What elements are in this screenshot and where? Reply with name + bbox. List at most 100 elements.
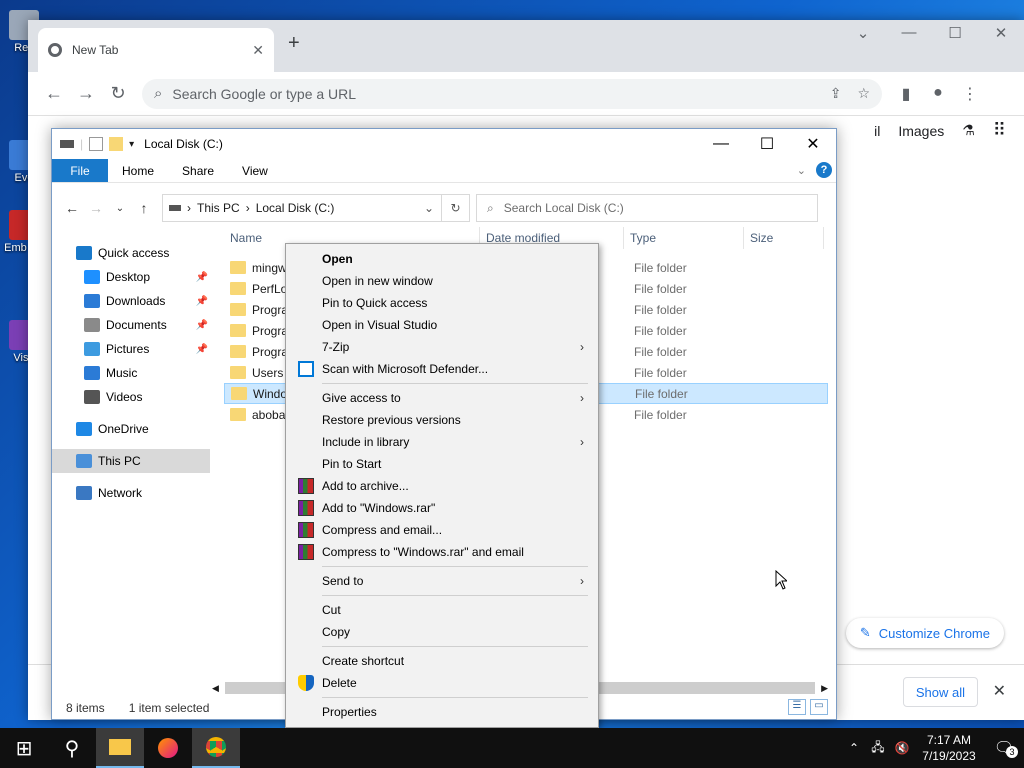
back-button[interactable]: ← (38, 83, 70, 104)
menu-item-open-in-visual-studio[interactable]: Open in Visual Studio (288, 314, 596, 336)
minimize-button[interactable]: — (886, 24, 932, 42)
nav-item-onedrive[interactable]: OneDrive (52, 417, 210, 441)
search-icon: ⌕ (154, 85, 163, 102)
address-dropdown-icon[interactable]: ⌄ (417, 201, 441, 215)
show-hidden-icons-icon[interactable]: ⌃ (842, 741, 866, 755)
refresh-icon[interactable]: ↻ (442, 194, 470, 222)
chrome-menu-icon[interactable]: ⋮ (954, 84, 986, 104)
profile-avatar-icon[interactable]: ● (922, 84, 954, 104)
tab-search-icon[interactable]: ⌄ (840, 24, 886, 42)
ribbon-tab-share[interactable]: Share (168, 159, 228, 182)
menu-item-open[interactable]: Open (288, 248, 596, 270)
menu-item-restore-previous-versions[interactable]: Restore previous versions (288, 409, 596, 431)
new-tab-button[interactable]: + (288, 32, 300, 55)
images-link[interactable]: Images (898, 123, 944, 139)
address-bar[interactable]: › This PC › Local Disk (C:) ⌄ (162, 194, 442, 222)
menu-item-pin-to-quick-access[interactable]: Pin to Quick access (288, 292, 596, 314)
nav-item-videos[interactable]: Videos (52, 385, 210, 409)
side-panel-icon[interactable]: ▮ (890, 84, 922, 104)
menu-item-pin-to-start[interactable]: Pin to Start (288, 453, 596, 475)
menu-item-add-to-archive[interactable]: Add to archive... (288, 475, 596, 497)
nav-item-quick-access[interactable]: Quick access (52, 241, 210, 265)
customize-chrome-button[interactable]: ✎ Customize Chrome (845, 618, 1004, 648)
nav-item-pictures[interactable]: Pictures 📌 (52, 337, 210, 361)
explorer-close-button[interactable]: ✕ (790, 129, 836, 159)
menu-item-include-in-library[interactable]: Include in library › (288, 431, 596, 453)
nav-item-downloads[interactable]: Downloads 📌 (52, 289, 210, 313)
menu-item-create-shortcut[interactable]: Create shortcut (288, 650, 596, 672)
tab-close-icon[interactable]: ✕ (252, 42, 264, 59)
quick-access-toolbar: | ▾ (60, 137, 134, 151)
file-explorer-taskbar-icon[interactable] (96, 728, 144, 768)
menu-item-scan-with-microsoft-defender[interactable]: Scan with Microsoft Defender... (288, 358, 596, 380)
share-icon[interactable]: ⇪ (830, 85, 842, 102)
explorer-search-input[interactable]: ⌕ Search Local Disk (C:) (476, 194, 818, 222)
reload-button[interactable]: ↻ (102, 83, 134, 104)
volume-muted-icon[interactable]: 🔇 (890, 741, 914, 755)
column-size[interactable]: Size (744, 227, 824, 249)
close-button[interactable]: ✕ (978, 24, 1024, 42)
show-all-button[interactable]: Show all (902, 677, 978, 707)
menu-item-cut[interactable]: Cut (288, 599, 596, 621)
forward-button[interactable]: → (70, 83, 102, 104)
chrome-tab-new-tab[interactable]: New Tab ✕ (38, 28, 274, 72)
labs-flask-icon[interactable]: ⚗ (962, 122, 975, 139)
ribbon-tab-home[interactable]: Home (108, 159, 168, 182)
taskbar: ⊞ ⚲ ⌃ 🖧 🔇 7:17 AM 7/19/2023 🗨 3 (0, 728, 1024, 768)
up-arrow-icon[interactable]: ↑ (132, 200, 156, 216)
qat-dropdown-icon[interactable]: ▾ (129, 139, 134, 150)
new-folder-icon[interactable] (109, 137, 124, 151)
menu-item-properties[interactable]: Properties (288, 701, 596, 723)
scroll-right-icon[interactable]: ▶ (821, 683, 828, 694)
forward-arrow-icon[interactable]: → (84, 200, 108, 216)
nav-item-network[interactable]: Network (52, 481, 210, 505)
scroll-left-icon[interactable]: ◀ (212, 683, 219, 694)
network-icon[interactable]: 🖧 (866, 738, 890, 759)
ribbon-tab-view[interactable]: View (228, 159, 282, 182)
menu-item-give-access-to[interactable]: Give access to › (288, 387, 596, 409)
menu-item-compress-and-email[interactable]: Compress and email... (288, 519, 596, 541)
apps-grid-icon[interactable]: ⠿ (993, 120, 1006, 141)
recent-locations-icon[interactable]: ⌄ (108, 203, 132, 214)
details-view-icon[interactable]: ☰ (788, 699, 806, 715)
mouse-cursor-icon (775, 570, 787, 590)
nav-item-desktop[interactable]: Desktop 📌 (52, 265, 210, 289)
nav-item-this-pc[interactable]: This PC (52, 449, 210, 473)
help-icon[interactable]: ? (816, 162, 832, 178)
omnibox[interactable]: ⌕ Search Google or type a URL ⇪ ☆ (142, 78, 882, 109)
bookmark-star-icon[interactable]: ☆ (857, 85, 870, 102)
menu-item-add-to-windows-rar[interactable]: Add to "Windows.rar" (288, 497, 596, 519)
notifications-icon[interactable]: 🗨 3 (984, 738, 1024, 758)
breadcrumb-this-pc[interactable]: This PC (197, 201, 240, 215)
search-button[interactable]: ⚲ (48, 728, 96, 768)
explorer-minimize-button[interactable]: — (698, 129, 744, 159)
menu-item-copy[interactable]: Copy (288, 621, 596, 643)
properties-check-icon[interactable] (89, 137, 104, 151)
column-type[interactable]: Type (624, 227, 744, 249)
clock-date: 7/19/2023 (922, 749, 976, 763)
menu-item-delete[interactable]: Delete (288, 672, 596, 694)
firefox-taskbar-icon[interactable] (144, 728, 192, 768)
nav-item-label: Documents (106, 318, 167, 332)
expand-ribbon-icon[interactable]: ⌄ (797, 164, 806, 177)
maximize-button[interactable]: ☐ (932, 24, 978, 42)
menu-item-7-zip[interactable]: 7-Zip › (288, 336, 596, 358)
menu-item-compress-to-windows-rar-and-email[interactable]: Compress to "Windows.rar" and email (288, 541, 596, 563)
nav-item-documents[interactable]: Documents 📌 (52, 313, 210, 337)
drive-small-icon (169, 205, 181, 211)
nav-item-music[interactable]: Music (52, 361, 210, 385)
ribbon-tab-file[interactable]: File (52, 159, 108, 182)
clock[interactable]: 7:17 AM 7/19/2023 (914, 732, 984, 764)
chrome-taskbar-icon[interactable] (192, 728, 240, 768)
gmail-link[interactable]: il (874, 123, 880, 139)
menu-item-send-to[interactable]: Send to › (288, 570, 596, 592)
menu-item-label: Copy (322, 625, 351, 639)
nav-item-label: Quick access (98, 246, 170, 260)
explorer-maximize-button[interactable]: ☐ (744, 129, 790, 159)
start-button[interactable]: ⊞ (0, 728, 48, 768)
large-icons-view-icon[interactable]: ▭ (810, 699, 828, 715)
download-bar-close-icon[interactable]: ✕ (993, 681, 1006, 701)
breadcrumb-local-disk[interactable]: Local Disk (C:) (256, 201, 335, 215)
back-arrow-icon[interactable]: ← (60, 200, 84, 216)
menu-item-open-in-new-window[interactable]: Open in new window (288, 270, 596, 292)
